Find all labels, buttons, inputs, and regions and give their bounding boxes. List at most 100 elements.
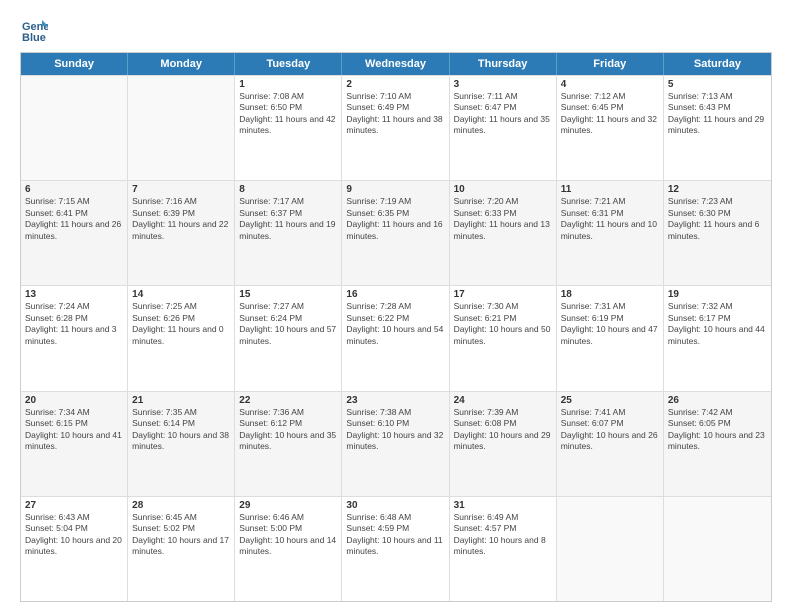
calendar-cell <box>557 497 664 601</box>
day-number: 30 <box>346 500 444 511</box>
calendar-cell: 9Sunrise: 7:19 AM Sunset: 6:35 PM Daylig… <box>342 181 449 285</box>
day-number: 9 <box>346 184 444 195</box>
day-info: Sunrise: 7:12 AM Sunset: 6:45 PM Dayligh… <box>561 91 659 137</box>
calendar-cell: 24Sunrise: 7:39 AM Sunset: 6:08 PM Dayli… <box>450 392 557 496</box>
day-number: 14 <box>132 289 230 300</box>
day-number: 22 <box>239 395 337 406</box>
page-header: General Blue <box>20 16 772 44</box>
calendar-cell: 19Sunrise: 7:32 AM Sunset: 6:17 PM Dayli… <box>664 286 771 390</box>
day-number: 24 <box>454 395 552 406</box>
day-info: Sunrise: 7:16 AM Sunset: 6:39 PM Dayligh… <box>132 196 230 242</box>
day-number: 27 <box>25 500 123 511</box>
calendar-cell: 7Sunrise: 7:16 AM Sunset: 6:39 PM Daylig… <box>128 181 235 285</box>
day-info: Sunrise: 7:42 AM Sunset: 6:05 PM Dayligh… <box>668 407 767 453</box>
day-info: Sunrise: 6:49 AM Sunset: 4:57 PM Dayligh… <box>454 512 552 558</box>
day-number: 20 <box>25 395 123 406</box>
day-info: Sunrise: 7:32 AM Sunset: 6:17 PM Dayligh… <box>668 301 767 347</box>
svg-text:Blue: Blue <box>22 32 46 44</box>
day-number: 6 <box>25 184 123 195</box>
day-number: 1 <box>239 79 337 90</box>
calendar-cell: 25Sunrise: 7:41 AM Sunset: 6:07 PM Dayli… <box>557 392 664 496</box>
day-info: Sunrise: 7:08 AM Sunset: 6:50 PM Dayligh… <box>239 91 337 137</box>
day-number: 2 <box>346 79 444 90</box>
day-number: 3 <box>454 79 552 90</box>
day-number: 7 <box>132 184 230 195</box>
day-info: Sunrise: 7:20 AM Sunset: 6:33 PM Dayligh… <box>454 196 552 242</box>
day-number: 19 <box>668 289 767 300</box>
calendar-cell: 5Sunrise: 7:13 AM Sunset: 6:43 PM Daylig… <box>664 76 771 180</box>
day-info: Sunrise: 7:36 AM Sunset: 6:12 PM Dayligh… <box>239 407 337 453</box>
day-number: 25 <box>561 395 659 406</box>
calendar-row: 1Sunrise: 7:08 AM Sunset: 6:50 PM Daylig… <box>21 75 771 180</box>
day-info: Sunrise: 7:38 AM Sunset: 6:10 PM Dayligh… <box>346 407 444 453</box>
calendar-cell: 20Sunrise: 7:34 AM Sunset: 6:15 PM Dayli… <box>21 392 128 496</box>
day-info: Sunrise: 7:21 AM Sunset: 6:31 PM Dayligh… <box>561 196 659 242</box>
calendar-cell: 23Sunrise: 7:38 AM Sunset: 6:10 PM Dayli… <box>342 392 449 496</box>
weekday-header: Sunday <box>21 53 128 75</box>
weekday-header: Wednesday <box>342 53 449 75</box>
logo-icon: General Blue <box>20 16 48 44</box>
day-info: Sunrise: 7:25 AM Sunset: 6:26 PM Dayligh… <box>132 301 230 347</box>
calendar-cell <box>128 76 235 180</box>
calendar-cell <box>664 497 771 601</box>
day-number: 21 <box>132 395 230 406</box>
calendar-row: 6Sunrise: 7:15 AM Sunset: 6:41 PM Daylig… <box>21 180 771 285</box>
calendar-row: 20Sunrise: 7:34 AM Sunset: 6:15 PM Dayli… <box>21 391 771 496</box>
calendar-cell: 10Sunrise: 7:20 AM Sunset: 6:33 PM Dayli… <box>450 181 557 285</box>
weekday-header: Tuesday <box>235 53 342 75</box>
day-number: 13 <box>25 289 123 300</box>
calendar-cell: 2Sunrise: 7:10 AM Sunset: 6:49 PM Daylig… <box>342 76 449 180</box>
day-info: Sunrise: 7:10 AM Sunset: 6:49 PM Dayligh… <box>346 91 444 137</box>
day-info: Sunrise: 7:17 AM Sunset: 6:37 PM Dayligh… <box>239 196 337 242</box>
day-number: 31 <box>454 500 552 511</box>
day-info: Sunrise: 7:15 AM Sunset: 6:41 PM Dayligh… <box>25 196 123 242</box>
day-info: Sunrise: 6:46 AM Sunset: 5:00 PM Dayligh… <box>239 512 337 558</box>
weekday-header: Thursday <box>450 53 557 75</box>
day-info: Sunrise: 7:30 AM Sunset: 6:21 PM Dayligh… <box>454 301 552 347</box>
day-info: Sunrise: 7:19 AM Sunset: 6:35 PM Dayligh… <box>346 196 444 242</box>
calendar-cell: 1Sunrise: 7:08 AM Sunset: 6:50 PM Daylig… <box>235 76 342 180</box>
calendar-cell: 30Sunrise: 6:48 AM Sunset: 4:59 PM Dayli… <box>342 497 449 601</box>
day-info: Sunrise: 7:34 AM Sunset: 6:15 PM Dayligh… <box>25 407 123 453</box>
calendar-cell: 12Sunrise: 7:23 AM Sunset: 6:30 PM Dayli… <box>664 181 771 285</box>
calendar-cell: 17Sunrise: 7:30 AM Sunset: 6:21 PM Dayli… <box>450 286 557 390</box>
calendar-row: 27Sunrise: 6:43 AM Sunset: 5:04 PM Dayli… <box>21 496 771 601</box>
day-info: Sunrise: 7:24 AM Sunset: 6:28 PM Dayligh… <box>25 301 123 347</box>
day-number: 26 <box>668 395 767 406</box>
calendar-cell: 8Sunrise: 7:17 AM Sunset: 6:37 PM Daylig… <box>235 181 342 285</box>
calendar-cell: 15Sunrise: 7:27 AM Sunset: 6:24 PM Dayli… <box>235 286 342 390</box>
calendar-cell: 29Sunrise: 6:46 AM Sunset: 5:00 PM Dayli… <box>235 497 342 601</box>
calendar-cell: 13Sunrise: 7:24 AM Sunset: 6:28 PM Dayli… <box>21 286 128 390</box>
day-number: 29 <box>239 500 337 511</box>
weekday-header: Saturday <box>664 53 771 75</box>
day-info: Sunrise: 7:28 AM Sunset: 6:22 PM Dayligh… <box>346 301 444 347</box>
day-number: 15 <box>239 289 337 300</box>
calendar-cell: 11Sunrise: 7:21 AM Sunset: 6:31 PM Dayli… <box>557 181 664 285</box>
calendar-cell: 18Sunrise: 7:31 AM Sunset: 6:19 PM Dayli… <box>557 286 664 390</box>
calendar-body: 1Sunrise: 7:08 AM Sunset: 6:50 PM Daylig… <box>21 75 771 601</box>
day-number: 10 <box>454 184 552 195</box>
day-info: Sunrise: 7:23 AM Sunset: 6:30 PM Dayligh… <box>668 196 767 242</box>
logo: General Blue <box>20 16 52 44</box>
day-info: Sunrise: 7:27 AM Sunset: 6:24 PM Dayligh… <box>239 301 337 347</box>
calendar-cell: 27Sunrise: 6:43 AM Sunset: 5:04 PM Dayli… <box>21 497 128 601</box>
day-number: 23 <box>346 395 444 406</box>
calendar-cell: 26Sunrise: 7:42 AM Sunset: 6:05 PM Dayli… <box>664 392 771 496</box>
day-number: 18 <box>561 289 659 300</box>
calendar: SundayMondayTuesdayWednesdayThursdayFrid… <box>20 52 772 602</box>
calendar-cell: 14Sunrise: 7:25 AM Sunset: 6:26 PM Dayli… <box>128 286 235 390</box>
day-info: Sunrise: 7:13 AM Sunset: 6:43 PM Dayligh… <box>668 91 767 137</box>
day-info: Sunrise: 6:48 AM Sunset: 4:59 PM Dayligh… <box>346 512 444 558</box>
calendar-cell: 16Sunrise: 7:28 AM Sunset: 6:22 PM Dayli… <box>342 286 449 390</box>
day-number: 12 <box>668 184 767 195</box>
day-number: 28 <box>132 500 230 511</box>
day-number: 4 <box>561 79 659 90</box>
day-number: 17 <box>454 289 552 300</box>
calendar-cell: 6Sunrise: 7:15 AM Sunset: 6:41 PM Daylig… <box>21 181 128 285</box>
calendar-cell: 31Sunrise: 6:49 AM Sunset: 4:57 PM Dayli… <box>450 497 557 601</box>
calendar-cell: 28Sunrise: 6:45 AM Sunset: 5:02 PM Dayli… <box>128 497 235 601</box>
day-number: 8 <box>239 184 337 195</box>
weekday-header: Friday <box>557 53 664 75</box>
day-info: Sunrise: 7:39 AM Sunset: 6:08 PM Dayligh… <box>454 407 552 453</box>
day-number: 11 <box>561 184 659 195</box>
